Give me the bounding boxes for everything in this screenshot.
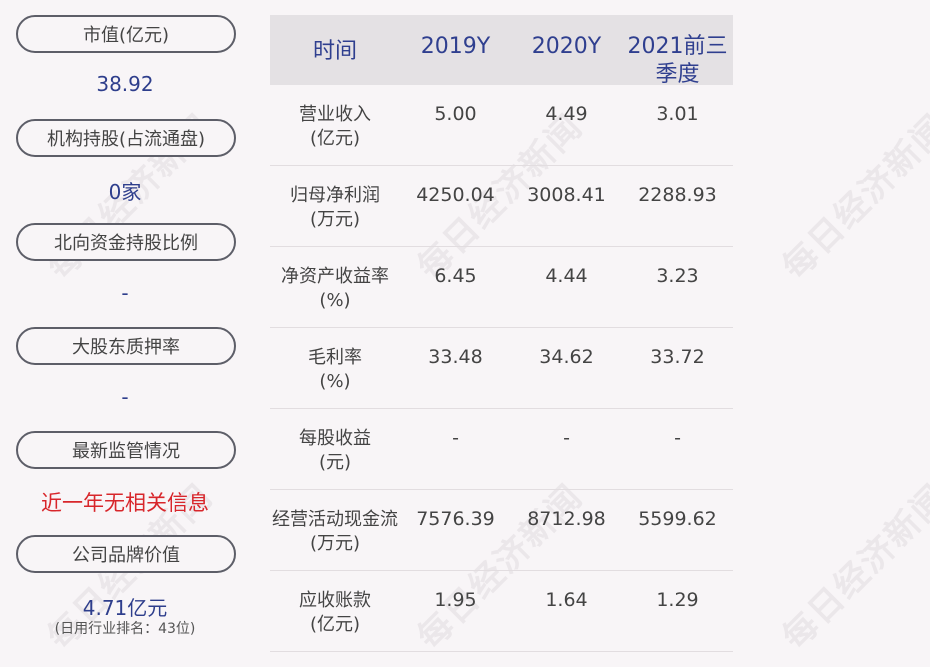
table-row: 归母净利润 (万元) 4250.04 3008.41 2288.93	[270, 166, 733, 247]
table-cell: 34.62	[539, 346, 594, 368]
table-row: 经营活动现金流 (万元) 7576.39 8712.98 5599.62	[270, 490, 733, 571]
brand-value-value: 4.71亿元	[82, 596, 168, 620]
row-label: 归母净利润 (万元)	[290, 185, 380, 230]
table-row: 毛利率 (%) 33.48 34.62 33.72	[270, 328, 733, 409]
left-summary-panel: 市值(亿元) 38.92 机构持股(占流通盘) 0家 北向资金持股比例 - 大股…	[0, 0, 250, 667]
header-2020: 2020Y	[531, 34, 602, 59]
table-row: 应收账款 (亿元) 1.95 1.64 1.29	[270, 571, 733, 652]
table-row: 营业收入 (亿元) 5.00 4.49 3.01	[270, 85, 733, 166]
table-cell: -	[563, 427, 570, 449]
market-cap-label: 市值(亿元)	[16, 15, 236, 53]
table-cell: 6.45	[434, 265, 477, 287]
table-cell: 4250.04	[416, 184, 495, 206]
table-cell: 5599.62	[638, 508, 717, 530]
table-cell: 4.49	[545, 103, 588, 125]
table-cell: 33.72	[650, 346, 705, 368]
row-label: 经营活动现金流 (万元)	[272, 509, 398, 554]
table-row: 净资产收益率 (%) 6.45 4.44 3.23	[270, 247, 733, 328]
row-label: 毛利率 (%)	[308, 347, 362, 392]
table-cell: 1.64	[545, 589, 588, 611]
regulatory-status-value: 近一年无相关信息	[41, 491, 209, 515]
regulatory-status-label: 最新监管情况	[16, 431, 236, 469]
table-cell: 7576.39	[416, 508, 495, 530]
brand-value-label: 公司品牌价值	[16, 535, 236, 573]
financial-table: 时间 2019Y 2020Y 2021前三季度 营业收入 (亿元) 5.00 4.…	[270, 15, 733, 652]
market-cap-value: 38.92	[96, 72, 154, 96]
institution-holding-value: 0家	[108, 180, 142, 204]
row-label: 净资产收益率 (%)	[281, 266, 389, 311]
row-label: 营业收入 (亿元)	[299, 104, 371, 149]
table-row: 每股收益 (元) - - -	[270, 409, 733, 490]
brand-rank-note: (日用行业排名：43位)	[54, 621, 196, 637]
table-cell: 4.44	[545, 265, 588, 287]
table-cell: -	[452, 427, 459, 449]
table-cell: 2288.93	[638, 184, 717, 206]
header-2019: 2019Y	[420, 34, 491, 59]
northbound-holding-value: -	[121, 281, 129, 305]
table-cell: 3008.41	[527, 184, 606, 206]
pledge-ratio-label: 大股东质押率	[16, 327, 236, 365]
row-label: 应收账款 (亿元)	[299, 590, 371, 635]
row-label: 每股收益 (元)	[299, 428, 371, 473]
table-cell: 3.23	[656, 265, 699, 287]
table-cell: 3.01	[656, 103, 699, 125]
watermark: 每日经济新闻	[774, 476, 930, 658]
northbound-holding-label: 北向资金持股比例	[16, 223, 236, 261]
watermark: 每日经济新闻	[774, 106, 930, 288]
institution-holding-label: 机构持股(占流通盘)	[16, 119, 236, 157]
header-2021q3: 2021前三季度	[627, 34, 728, 87]
table-cell: 1.29	[656, 589, 699, 611]
table-cell: -	[674, 427, 681, 449]
header-period: 时间	[312, 39, 357, 64]
table-cell: 1.95	[434, 589, 477, 611]
table-cell: 33.48	[428, 346, 483, 368]
pledge-ratio-value: -	[121, 385, 129, 409]
table-cell: 5.00	[434, 103, 477, 125]
table-cell: 8712.98	[527, 508, 606, 530]
table-header: 时间 2019Y 2020Y 2021前三季度	[270, 15, 733, 87]
